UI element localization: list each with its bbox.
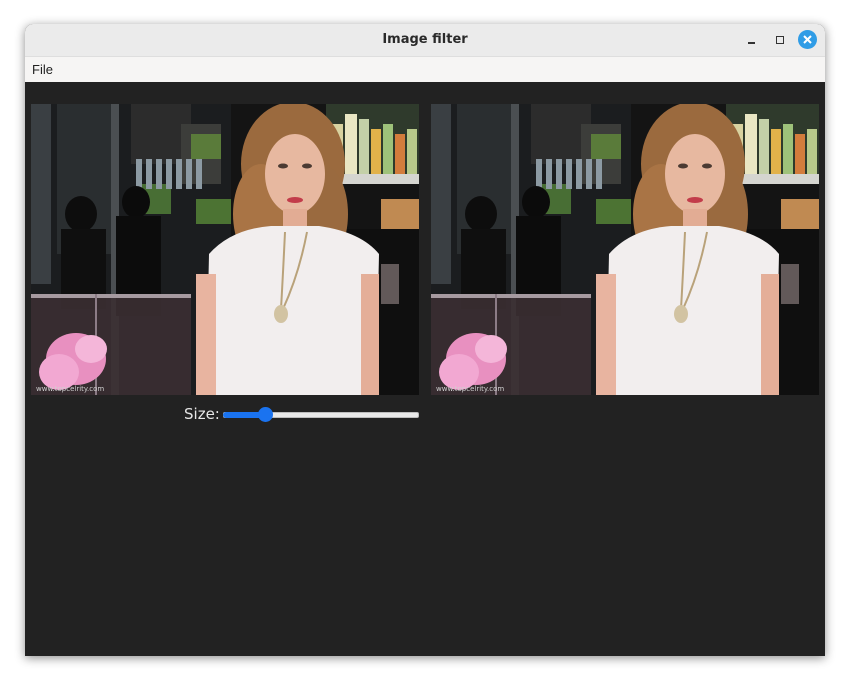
maximize-button[interactable]	[771, 31, 789, 49]
size-slider[interactable]	[223, 404, 419, 424]
size-label: Size:	[184, 405, 220, 423]
slider-thumb[interactable]	[258, 407, 273, 422]
app-window: Image filter File Size:	[25, 24, 825, 656]
maximize-icon	[776, 36, 784, 44]
original-photo	[31, 104, 419, 395]
filtered-photo	[431, 104, 819, 395]
window-title: Image filter	[382, 32, 468, 47]
menu-file[interactable]: File	[31, 57, 54, 82]
close-button[interactable]	[798, 30, 817, 49]
title-bar[interactable]: Image filter	[25, 24, 825, 57]
minimize-button[interactable]	[743, 31, 761, 49]
filtered-image	[431, 104, 819, 395]
minimize-icon	[748, 42, 755, 44]
menu-bar: File	[25, 57, 825, 82]
close-icon	[803, 35, 812, 44]
original-image	[31, 104, 419, 395]
